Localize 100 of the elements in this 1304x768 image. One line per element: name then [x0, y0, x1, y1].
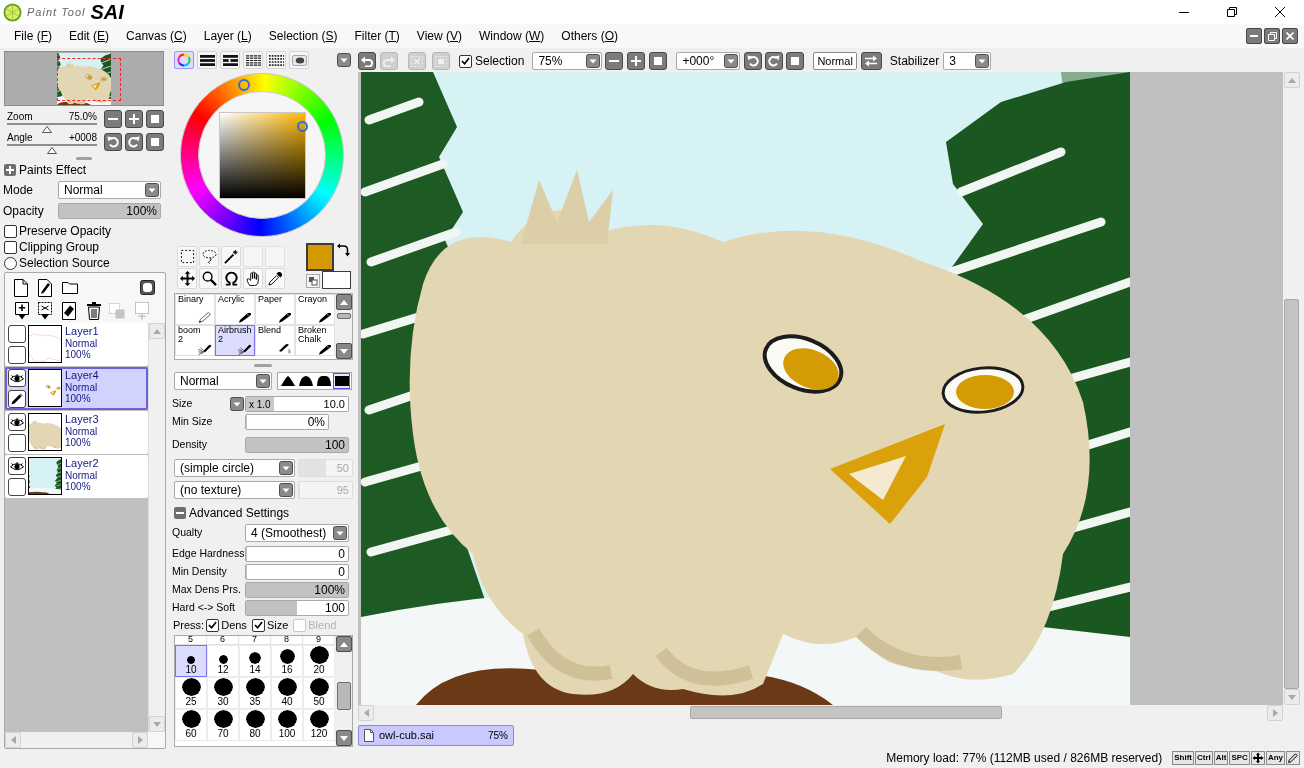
- checkbox[interactable]: [4, 240, 17, 254]
- document-tab[interactable]: owl-cub.sai 75%: [358, 725, 514, 746]
- radio-button[interactable]: [4, 256, 17, 270]
- menu-item[interactable]: File (F): [14, 28, 52, 44]
- default-colors-icon[interactable]: [306, 274, 320, 288]
- tip-shape-option[interactable]: [333, 373, 350, 389]
- tool-button[interactable]: [177, 246, 197, 267]
- color-mode-tab[interactable]: [266, 51, 286, 69]
- brush-size-option[interactable]: 120: [303, 709, 336, 741]
- panel-menu-button[interactable]: [337, 52, 353, 68]
- scrollbar[interactable]: [335, 294, 352, 359]
- setting-slider[interactable]: 100%: [245, 581, 349, 598]
- angle-dropdown[interactable]: +000°: [676, 52, 741, 70]
- swap-arrow-icon[interactable]: [337, 243, 350, 257]
- page-arrow-icon[interactable]: [15, 301, 29, 320]
- rotate-left-button[interactable]: [744, 52, 763, 70]
- slider-thumb[interactable]: [47, 147, 57, 154]
- brush-size-option[interactable]: 40: [271, 677, 304, 709]
- page-pen-icon[interactable]: [38, 278, 52, 297]
- brush-size-option[interactable]: 50: [303, 677, 336, 709]
- tip-shape-option[interactable]: [297, 373, 314, 389]
- edit-toggle[interactable]: [8, 346, 26, 364]
- zoom-dropdown[interactable]: 75%: [532, 52, 603, 70]
- tool-button[interactable]: [243, 268, 263, 289]
- brush-size-option[interactable]: 70: [207, 709, 240, 741]
- brush-size-option[interactable]: 35: [239, 677, 272, 709]
- scrollbar-thumb[interactable]: [336, 682, 351, 710]
- background-color-swatch[interactable]: [322, 271, 351, 289]
- brush-size-option[interactable]: 30: [207, 677, 240, 709]
- brush-size-option[interactable]: 80: [239, 709, 272, 741]
- angle-slider[interactable]: [7, 144, 97, 152]
- zoom-in-button[interactable]: [627, 52, 646, 70]
- opacity-slider[interactable]: 100%: [58, 203, 161, 219]
- color-mode-tab[interactable]: [289, 51, 309, 69]
- brush-size-option[interactable]: 60: [175, 709, 207, 741]
- menu-item[interactable]: Filter (T): [354, 28, 400, 44]
- zoom-reset-button[interactable]: [649, 52, 668, 70]
- tool-button[interactable]: [199, 268, 219, 289]
- hue-handle[interactable]: [237, 78, 250, 91]
- tool-button[interactable]: [221, 268, 241, 289]
- layer-item[interactable]: Layer1 Normal 100%: [5, 323, 148, 366]
- menu-item[interactable]: Layer (L): [203, 28, 252, 44]
- zoom-out-button[interactable]: [605, 52, 624, 70]
- scrollbar[interactable]: [1283, 72, 1300, 705]
- color-picker-handle[interactable]: [297, 121, 309, 133]
- brush-tool[interactable]: Crayon: [295, 294, 336, 325]
- tool-button[interactable]: [221, 246, 241, 267]
- trash-icon[interactable]: [87, 301, 101, 320]
- scrollbar-thumb[interactable]: [336, 313, 351, 319]
- slider-thumb[interactable]: [41, 126, 52, 133]
- saturation-value-square[interactable]: [218, 111, 306, 199]
- plus-box-icon[interactable]: [4, 164, 16, 176]
- tool-button[interactable]: [177, 268, 197, 289]
- color-mode-tab[interactable]: [197, 51, 217, 69]
- brush-size-option[interactable]: 16: [271, 645, 304, 677]
- folder-icon[interactable]: [62, 281, 78, 294]
- new-page-icon[interactable]: [14, 278, 28, 297]
- foreground-color-swatch[interactable]: [306, 243, 334, 271]
- zoom-reset-button[interactable]: [146, 110, 164, 128]
- color-mode-tab[interactable]: [220, 51, 240, 69]
- brush-tool[interactable]: Acrylic: [215, 294, 256, 325]
- size-menu-button[interactable]: [230, 397, 244, 411]
- brush-tool[interactable]: Blend: [255, 325, 296, 356]
- layer-item[interactable]: Layer2 Normal 100%: [5, 455, 148, 498]
- scrollbar[interactable]: [358, 705, 1283, 720]
- edit-toggle[interactable]: [8, 390, 26, 408]
- eraser-page-icon[interactable]: [62, 301, 76, 320]
- scroll-up-button[interactable]: [335, 294, 352, 310]
- menu-item[interactable]: Window (W): [479, 28, 545, 44]
- setting-slider[interactable]: 0: [245, 563, 349, 580]
- brush-tool[interactable]: Binary: [175, 294, 215, 325]
- brush-tool[interactable]: Airbrush 2: [215, 325, 256, 356]
- view-area-marker[interactable]: [57, 58, 121, 101]
- visibility-toggle[interactable]: [8, 325, 26, 343]
- zoom-slider[interactable]: [7, 123, 97, 131]
- brush-size-option[interactable]: 14: [239, 645, 272, 677]
- zoom-out-button[interactable]: [104, 110, 122, 128]
- checkbox[interactable]: [459, 54, 472, 68]
- setting-slider[interactable]: 100: [245, 599, 349, 616]
- tip-shape-option[interactable]: [279, 373, 296, 389]
- restore-document-button[interactable]: [1264, 28, 1280, 44]
- brush-size-option[interactable]: 20: [303, 645, 336, 677]
- brush-size-option[interactable]: 10: [175, 645, 207, 677]
- density-slider[interactable]: 100: [245, 437, 349, 453]
- scrollbar-thumb[interactable]: [690, 706, 1002, 719]
- min-size-slider[interactable]: 0%: [245, 414, 329, 430]
- brush-tool[interactable]: Broken Chalk: [295, 325, 336, 356]
- tool-button[interactable]: [265, 268, 285, 289]
- mode-dropdown[interactable]: Normal: [58, 181, 161, 199]
- layer-item[interactable]: Layer3 Normal 100%: [5, 411, 148, 454]
- menu-item[interactable]: Canvas (C): [126, 28, 187, 44]
- blend-mode-button[interactable]: Normal: [813, 52, 857, 70]
- visibility-toggle[interactable]: [8, 413, 26, 431]
- brush-tool[interactable]: Paper: [255, 294, 296, 325]
- rotate-right-button[interactable]: [125, 132, 143, 151]
- blend-mode-dropdown[interactable]: Normal: [174, 372, 272, 390]
- color-mode-tab[interactable]: [174, 51, 194, 69]
- splitter-handle[interactable]: [76, 157, 92, 160]
- brush-size-option[interactable]: 25: [175, 677, 207, 709]
- edit-toggle[interactable]: [8, 434, 26, 452]
